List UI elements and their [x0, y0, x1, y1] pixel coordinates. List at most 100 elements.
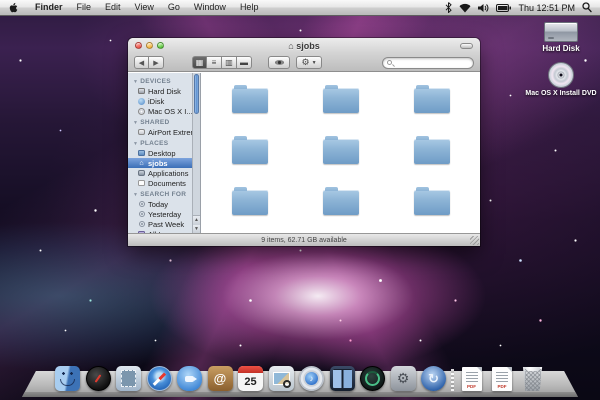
resize-grip[interactable]: [470, 236, 479, 245]
sidebar-item-airport-extreme[interactable]: AirPort Extreme: [128, 127, 200, 137]
software-update-icon: ↻: [421, 366, 446, 391]
dock-item-safari[interactable]: [146, 365, 172, 391]
downloads-stack-icon: PDF: [492, 367, 512, 391]
address-book-icon: @: [208, 366, 233, 391]
toolbar-toggle-pill[interactable]: [460, 43, 473, 49]
finder-window: ⌂ sjobs ◀ ▶ ▦≡▥▬ ⚙ ▼: [128, 38, 480, 246]
menu-bar-menus: FinderFileEditViewGoWindowHelp: [28, 0, 265, 15]
hard-disk-label: Hard Disk: [524, 44, 598, 53]
sidebar-item-label: sjobs: [148, 159, 168, 168]
finder-icon: [55, 366, 80, 391]
sidebar-item-applications[interactable]: Applications: [128, 168, 200, 178]
dock-item-ical[interactable]: 25: [238, 365, 264, 391]
menu-go[interactable]: Go: [161, 0, 187, 15]
menu-window[interactable]: Window: [187, 0, 233, 15]
battery-icon[interactable]: [496, 4, 511, 12]
disc-icon: [138, 108, 145, 115]
folder-icon: [414, 88, 450, 113]
sidebar-section-header[interactable]: ▼SHARED: [128, 116, 200, 127]
folder-desktop[interactable]: [204, 77, 295, 128]
sidebar-item-mac-os-x-i[interactable]: Mac OS X I...⏏: [128, 106, 200, 116]
window-title-bar[interactable]: ⌂ sjobs: [128, 38, 480, 53]
dock-item-time-machine[interactable]: [360, 365, 386, 391]
menu-help[interactable]: Help: [233, 0, 266, 15]
back-button[interactable]: ◀: [134, 56, 149, 69]
sidebar: ▼DEVICESHard DiskiDiskMac OS X I...⏏▼SHA…: [128, 73, 201, 233]
folder-documents[interactable]: [295, 77, 386, 128]
scrollbar-thumb[interactable]: [194, 74, 199, 114]
dock-item-documents-stack[interactable]: PDF: [459, 365, 485, 391]
quick-look-button[interactable]: [268, 56, 290, 69]
folder-pictures[interactable]: [204, 178, 295, 229]
volume-icon[interactable]: [478, 3, 489, 13]
window-toolbar: ◀ ▶ ▦≡▥▬ ⚙ ▼: [128, 53, 480, 72]
folder-downloads[interactable]: [387, 77, 478, 128]
dock-item-finder[interactable]: [55, 365, 81, 391]
menu-file[interactable]: File: [70, 0, 99, 15]
view-mode-segmented-control: ▦≡▥▬: [192, 56, 252, 69]
menu-edit[interactable]: Edit: [98, 0, 128, 15]
folder-grid: [202, 73, 480, 233]
dock-items: @25 ♪ ⚙↻ PDF PDF: [30, 365, 570, 391]
icon-view-button[interactable]: ▦: [192, 56, 207, 69]
menu-view[interactable]: View: [128, 0, 161, 15]
idisk-icon: [138, 98, 145, 105]
menu-finder[interactable]: Finder: [28, 0, 70, 15]
dock-item-system-preferences[interactable]: ⚙: [390, 365, 416, 391]
hard-disk-icon: [544, 22, 578, 42]
folder-music[interactable]: [387, 128, 478, 179]
dock-item-ichat[interactable]: [177, 365, 203, 391]
window-status-bar: 9 items, 62.71 GB available: [128, 233, 480, 246]
spotlight-icon[interactable]: [582, 2, 592, 13]
forward-button[interactable]: ▶: [149, 56, 164, 69]
dock-item-downloads-stack[interactable]: PDF: [489, 365, 515, 391]
disclosure-triangle-icon: ▼: [133, 79, 138, 85]
desktop-icon-hard-disk[interactable]: Hard Disk: [524, 22, 598, 53]
dock-item-spaces[interactable]: [329, 365, 355, 391]
sidebar-item-documents[interactable]: Documents: [128, 178, 200, 188]
folder-movies[interactable]: [295, 128, 386, 179]
column-view-button[interactable]: ▥: [222, 56, 237, 69]
apple-menu-icon[interactable]: [0, 2, 28, 14]
clock-icon: [138, 201, 145, 208]
sidebar-item-sjobs[interactable]: ⌂sjobs: [128, 158, 200, 168]
dock-item-trash[interactable]: [520, 365, 546, 391]
sidebar-section-header[interactable]: ▼SEARCH FOR: [128, 188, 200, 199]
home-icon: ⌂: [138, 160, 145, 167]
dashboard-icon: [86, 366, 111, 391]
system-preferences-icon: ⚙: [391, 366, 416, 391]
sidebar-section-header[interactable]: ▼PLACES: [128, 137, 200, 148]
sidebar-item-desktop[interactable]: Desktop: [128, 148, 200, 158]
itunes-icon: ♪: [299, 366, 324, 391]
sidebar-item-idisk[interactable]: iDisk: [128, 96, 200, 106]
menu-bar-clock[interactable]: Thu 12:51 PM: [518, 3, 575, 13]
sidebar-item-today[interactable]: Today: [128, 199, 200, 209]
search-field[interactable]: [382, 57, 474, 69]
dock-item-preview[interactable]: [268, 365, 294, 391]
sidebar-section-header[interactable]: ▼DEVICES: [128, 75, 200, 86]
window-chrome[interactable]: ⌂ sjobs ◀ ▶ ▦≡▥▬ ⚙ ▼: [128, 38, 480, 72]
sidebar-item-label: Yesterday: [148, 210, 181, 219]
dock-item-software-update[interactable]: ↻: [421, 365, 447, 391]
wifi-icon[interactable]: [459, 3, 471, 13]
search-input[interactable]: [395, 59, 465, 66]
sidebar-item-hard-disk[interactable]: Hard Disk: [128, 86, 200, 96]
action-menu-button[interactable]: ⚙ ▼: [296, 56, 322, 69]
coverflow-view-button[interactable]: ▬: [237, 56, 252, 69]
folder-public[interactable]: [295, 178, 386, 229]
folder-library[interactable]: [204, 128, 295, 179]
folder-sites[interactable]: [387, 178, 478, 229]
scroll-up-arrow[interactable]: ▲: [193, 216, 200, 225]
dock-item-address-book[interactable]: @: [207, 365, 233, 391]
sidebar-item-yesterday[interactable]: Yesterday: [128, 209, 200, 219]
sidebar-item-past-week[interactable]: Past Week: [128, 219, 200, 229]
bluetooth-icon[interactable]: [445, 2, 452, 13]
sidebar-scrollbar[interactable]: ▲ ▼: [192, 73, 200, 233]
menu-bar: FinderFileEditViewGoWindowHelp Thu 12:51…: [0, 0, 600, 16]
dock-item-itunes[interactable]: ♪: [299, 365, 325, 391]
dock-item-mail[interactable]: [116, 365, 142, 391]
scroll-down-arrow[interactable]: ▼: [193, 225, 200, 234]
desktop-icon-install-dvd[interactable]: Mac OS X Install DVD: [524, 62, 598, 97]
list-view-button[interactable]: ≡: [207, 56, 222, 69]
dock-item-dashboard[interactable]: [85, 365, 111, 391]
